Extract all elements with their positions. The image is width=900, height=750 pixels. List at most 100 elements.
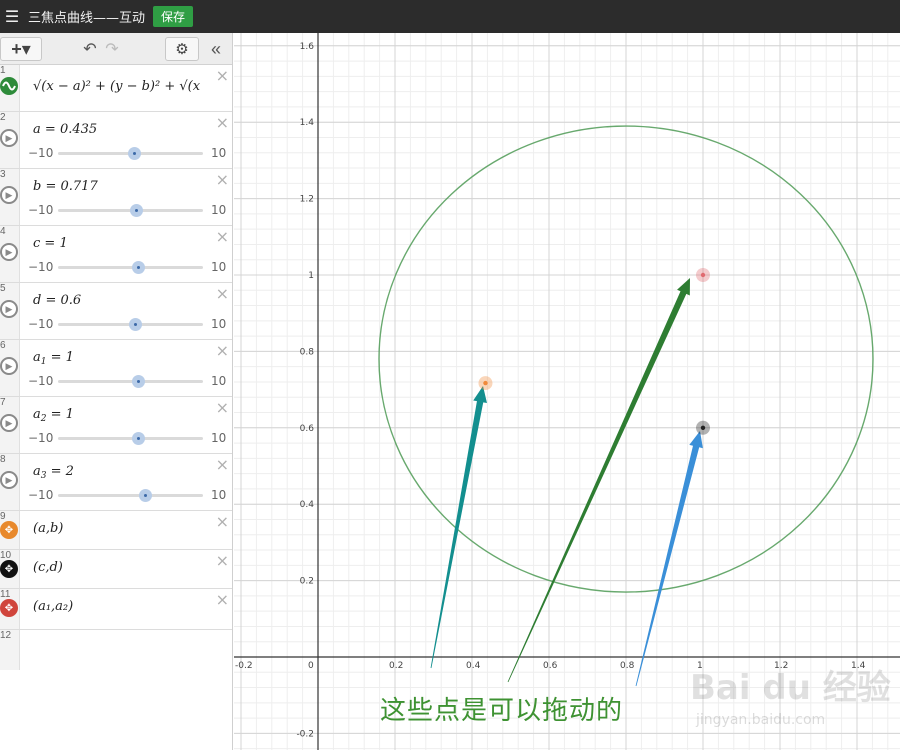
variable-value: 2 (65, 464, 74, 479)
slider[interactable]: −10 10 (28, 374, 232, 388)
slider-equation[interactable]: b = 0.717 (33, 179, 98, 194)
save-button[interactable]: 保存 (153, 6, 194, 27)
watermark-text: Bai du 经验 (690, 668, 891, 708)
redo-icon[interactable]: ↷ (102, 37, 122, 61)
y-tick-label: 0.4 (300, 500, 315, 510)
delete-icon[interactable]: × (216, 68, 229, 84)
y-tick-label: 1.4 (300, 118, 315, 128)
delete-icon[interactable]: × (216, 286, 229, 302)
point-expression[interactable]: (c,d) (33, 560, 63, 575)
delete-icon[interactable]: × (216, 343, 229, 359)
slider-thumb[interactable] (127, 147, 141, 160)
slider-equation[interactable]: a3 = 2 (33, 464, 74, 481)
expression-row-6[interactable]: 6 ▶ a1 = 1 −10 10 × (0, 340, 232, 397)
hamburger-icon[interactable]: ☰ (0, 0, 24, 33)
slider-thumb[interactable] (139, 489, 152, 502)
expression-number: 5 (0, 283, 6, 294)
slider-equation[interactable]: a2 = 1 (33, 407, 74, 424)
slider[interactable]: −10 10 (28, 317, 232, 331)
slider-track[interactable] (58, 204, 203, 217)
x-tick-label: 0.6 (543, 661, 558, 671)
annotation-arrow (507, 278, 690, 683)
slider-track[interactable] (58, 375, 203, 388)
expression-row-5[interactable]: 5 ▶ d = 0.6 −10 10 × (0, 283, 232, 340)
slider-equation[interactable]: d = 0.6 (33, 293, 81, 308)
delete-icon[interactable]: × (216, 553, 229, 569)
point-expression[interactable]: (a,b) (33, 521, 63, 536)
delete-icon[interactable]: × (216, 514, 229, 530)
equation-formula[interactable]: √(x − a)² + (y − b)² + √(x (33, 79, 200, 94)
point-expression[interactable]: (a₁,a₂) (33, 599, 73, 614)
play-icon[interactable]: ▶ (0, 471, 18, 489)
play-icon[interactable]: ▶ (0, 414, 18, 432)
variable-value: 0.435 (59, 122, 98, 137)
slider-min: −10 (28, 260, 54, 274)
play-icon[interactable]: ▶ (0, 186, 18, 204)
undo-icon[interactable]: ↶ (80, 37, 100, 61)
expression-row-8[interactable]: 8 ▶ a3 = 2 −10 10 × (0, 454, 232, 511)
variable-subscript: 1 (40, 357, 47, 367)
slider-equation[interactable]: c = 1 (33, 236, 68, 251)
y-tick-label: 1 (308, 271, 314, 281)
move-point-icon[interactable]: ✥ (0, 560, 18, 578)
expression-row-2[interactable]: 2 ▶ a = 0.435 −10 10 × (0, 112, 232, 169)
variable-value: 1 (59, 236, 68, 251)
expression-number: 12 (0, 630, 12, 641)
expression-row-1[interactable]: 1 √(x − a)² + (y − b)² + √(x × (0, 65, 232, 112)
sine-wave-icon[interactable] (0, 77, 18, 95)
slider-max: 10 (211, 260, 227, 274)
expression-row-11[interactable]: 11 ✥ (a₁,a₂) × (0, 589, 232, 630)
variable-name: a (33, 464, 41, 479)
delete-icon[interactable]: × (216, 457, 229, 473)
double-chevron-left-icon[interactable]: « (203, 37, 229, 61)
slider-equation[interactable]: a = 0.435 (33, 122, 97, 137)
play-icon[interactable]: ▶ (0, 300, 18, 318)
gear-icon[interactable]: ⚙ (165, 37, 199, 61)
expression-row-3[interactable]: 3 ▶ b = 0.717 −10 10 × (0, 169, 232, 226)
slider[interactable]: −10 10 (28, 260, 232, 274)
move-point-icon[interactable]: ✥ (0, 521, 18, 539)
graph-svg[interactable]: -0.2 0 0.2 0.4 0.6 0.8 1 1.2 1.41.61.41.210.80.6… (234, 33, 900, 750)
slider-thumb[interactable] (131, 261, 145, 274)
slider[interactable]: −10 10 (28, 203, 232, 217)
delete-icon[interactable]: × (216, 172, 229, 188)
y-tick-label: -0.2 (296, 729, 314, 739)
slider-max: 10 (211, 317, 227, 331)
variable-name: a (33, 122, 41, 137)
expression-row-4[interactable]: 4 ▶ c = 1 −10 10 × (0, 226, 232, 283)
slider-max: 10 (211, 488, 227, 502)
expression-row-12[interactable]: 12 (0, 630, 232, 670)
slider-equation[interactable]: a1 = 1 (33, 350, 74, 367)
delete-icon[interactable]: × (216, 229, 229, 245)
delete-icon[interactable]: × (216, 592, 229, 608)
play-icon[interactable]: ▶ (0, 243, 18, 261)
graph-title[interactable]: 三焦点曲线——互动 (28, 7, 145, 26)
slider-min: −10 (28, 317, 54, 331)
play-icon[interactable]: ▶ (0, 357, 18, 375)
slider[interactable]: −10 10 (28, 146, 232, 160)
slider-track[interactable] (58, 147, 203, 160)
expression-row-9[interactable]: 9 ✥ (a,b) × (0, 511, 232, 550)
annotation-arrow (430, 386, 487, 669)
slider-track[interactable] (58, 318, 203, 331)
move-point-icon[interactable]: ✥ (0, 599, 18, 617)
delete-icon[interactable]: × (216, 115, 229, 131)
slider-thumb[interactable] (129, 204, 143, 217)
slider-min: −10 (28, 488, 54, 502)
slider-track[interactable] (58, 489, 203, 502)
slider-thumb[interactable] (131, 432, 145, 445)
expression-row-7[interactable]: 7 ▶ a2 = 1 −10 10 × (0, 397, 232, 454)
slider-track[interactable] (58, 432, 203, 445)
play-icon[interactable]: ▶ (0, 129, 18, 147)
expression-row-10[interactable]: 10 ✥ (c,d) × (0, 550, 232, 589)
slider-thumb[interactable] (131, 375, 145, 388)
slider[interactable]: −10 10 (28, 488, 232, 502)
slider-track[interactable] (58, 261, 203, 274)
slider-thumb[interactable] (128, 318, 142, 331)
expression-toolbar: +▾ ↶ ↷ ⚙ « (0, 33, 232, 65)
slider[interactable]: −10 10 (28, 431, 232, 445)
graph-canvas[interactable]: -0.2 0 0.2 0.4 0.6 0.8 1 1.2 1.4 1.6 1.4 1.2 1 0.8 0.6… (234, 33, 900, 750)
slider-max: 10 (211, 203, 227, 217)
add-item-button[interactable]: +▾ (0, 37, 42, 61)
delete-icon[interactable]: × (216, 400, 229, 416)
